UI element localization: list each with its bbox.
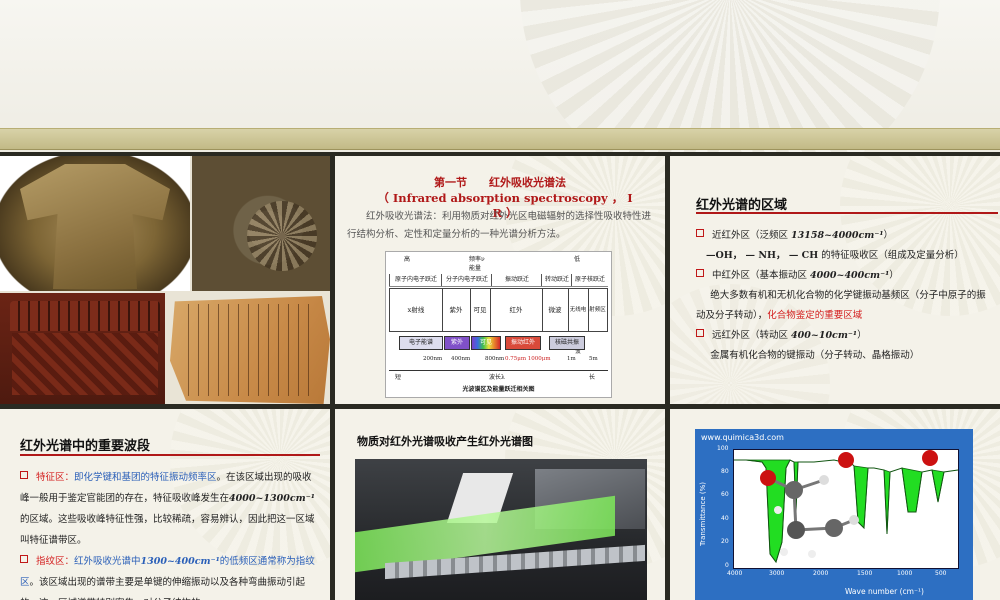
near-ir-range: 13158~4000cm⁻¹ <box>791 230 884 241</box>
slide-title: 红外光谱中的重要波段 <box>20 439 151 454</box>
far-ir-detail: 金属有机化合物的键振动（分子转动、晶格振动） <box>710 350 920 361</box>
y-tick: 60 <box>721 491 729 498</box>
transmittance-curve <box>734 450 959 564</box>
bullet-icon <box>696 269 704 277</box>
wavelength-scale: 200nm 400nm 800nm 0.75μm 1000μm 1m 5m <box>389 356 608 366</box>
section-title: 第一节 红外吸收光谱法 <box>434 176 566 189</box>
site-watermark: www.quimica3d.com <box>701 433 784 442</box>
scale-tick: 5m <box>589 356 598 362</box>
transition-label: 原子核跃迁 <box>571 274 608 286</box>
far-ir-range: 400~10cm⁻¹ <box>791 330 858 341</box>
mid-ir-range: 4000~400cm⁻¹ <box>810 270 890 281</box>
bullet-icon <box>696 229 704 237</box>
diagram-caption: 光波谱区及能量跃迁相关图 <box>462 386 535 393</box>
ir-spectrum-figure: www.quimica3d.com Transmittance (%) 100 … <box>695 429 973 600</box>
plot-frame <box>733 449 959 569</box>
slide-thumbnail-artifacts[interactable] <box>0 156 330 404</box>
title-underline <box>696 212 998 214</box>
y-tick: 40 <box>721 515 729 522</box>
title-underline <box>20 454 320 456</box>
region-radio: 无线电波 <box>568 289 589 355</box>
x-axis-label: Wave number (cm⁻¹) <box>845 587 924 596</box>
tag-ir: 振动红外 <box>505 336 541 350</box>
tag-nmr: 核磁共振 <box>549 336 585 350</box>
tag-uv: 紫外 <box>444 336 470 350</box>
near-ir-label: 近红外区（泛频区 <box>712 230 789 241</box>
manuscript-image <box>170 296 330 404</box>
banner-strip <box>0 128 1000 150</box>
slide-heading: 物质对红外光谱吸收产生红外光谱图 <box>357 435 533 448</box>
fingerprint-text: 。该区域出现的谱带主要是单键的伸缩振动以及各种弯曲振动引起的。这一区域谱带特别密… <box>20 577 306 600</box>
spectrum-regions: x射线 紫外 可见 红外 微波 无线电波 射频区 <box>389 288 608 355</box>
scale-tick: 200nm <box>423 356 443 362</box>
transition-label: 转动跃迁 <box>541 274 572 286</box>
x-tick: 1500 <box>857 570 873 577</box>
y-tick: 80 <box>721 468 729 475</box>
y-axis-label: Transmittance (%) <box>699 482 707 546</box>
near-ir-close: ） <box>883 230 894 241</box>
x-tick: 500 <box>935 570 947 577</box>
mid-ir-close: ） <box>889 270 899 281</box>
fingerprint-def1: 红外吸收光谱中 <box>74 556 141 567</box>
slide-thumbnail-ir-spectrum[interactable]: www.quimica3d.com Transmittance (%) 100 … <box>670 409 1000 600</box>
slide-thumbnail-ir-instrument[interactable]: 物质对红外光谱吸收产生红外光谱图 <box>335 409 665 600</box>
x-tick: 3000 <box>769 570 785 577</box>
axis-label: 波长λ <box>489 374 505 381</box>
header-banner <box>0 0 1000 152</box>
wavelength-axis: 短 波长λ 长 <box>389 370 608 381</box>
fingerprint-label: 指纹区： <box>36 556 75 567</box>
tag-electron: 电子能谱 <box>399 336 443 350</box>
y-tick: 20 <box>721 538 729 545</box>
axis-short: 短 <box>395 374 402 381</box>
bands-body: 特征区：即化学键和基团的特征振动频率区。在该区域出现的吸收峰一般用于鉴定官能团的… <box>20 467 316 600</box>
scale-tick: 1m <box>567 356 576 362</box>
region-microwave: 微波 <box>542 289 569 331</box>
transition-label: 原子内电子跃迁 <box>389 274 442 286</box>
mid-ir-label: 中红外区（基本振动区 <box>712 270 808 281</box>
slide-thumbnail-ir-intro[interactable]: 第一节 红外吸收光谱法 （ Infrared absorption spectr… <box>335 156 665 404</box>
bullet-icon <box>696 329 704 337</box>
axis-long: 长 <box>589 374 596 381</box>
intro-paragraph: 红外吸收光谱法：利用物质对红外光区电磁辐射的选择性吸收特性进行结构分析、定性和定… <box>347 211 652 240</box>
region-xray: x射线 <box>390 289 443 331</box>
near-ir-detail: 的特征吸收区（组成及定量分析） <box>821 250 964 261</box>
spectroscopy-tags: 电子能谱 紫外 可见 振动红外 核磁共振 <box>389 336 608 350</box>
region-ir: 红外 <box>490 289 543 331</box>
far-ir-close: ） <box>857 330 867 341</box>
bullet-icon <box>20 471 28 479</box>
x-tick: 1000 <box>897 570 913 577</box>
spectrum-diagram: 高 频率ν 低 能量 原子内电子跃迁 分子内电子跃迁 振动跃迁 转动跃迁 原子核… <box>385 251 612 398</box>
scale-tick: 0.75μm 1000μm <box>505 356 551 362</box>
x-tick: 4000 <box>727 570 743 577</box>
functional-region-definition: 即化学键和基团的特征振动频率区 <box>74 472 217 483</box>
region-visible: 可见 <box>470 289 491 331</box>
slide-thumbnail-ir-regions[interactable]: 红外光谱的区域 近红外区（泛频区 13158~4000cm⁻¹） —OH， — … <box>670 156 1000 404</box>
spectrometer-image <box>355 459 647 600</box>
y-tick: 0 <box>725 562 729 569</box>
tag-visible: 可见 <box>471 336 501 350</box>
near-ir-groups: —OH， — NH， — CH <box>706 250 819 261</box>
slide-thumbnail-ir-bands[interactable]: 红外光谱中的重要波段 特征区：即化学键和基团的特征振动频率区。在该区域出现的吸收… <box>0 409 330 600</box>
slide-title: 红外光谱的区域 <box>696 198 788 213</box>
textile-image <box>192 156 330 291</box>
transition-label: 振动跃迁 <box>491 274 542 286</box>
x-tick: 2000 <box>813 570 829 577</box>
y-tick: 100 <box>717 445 729 452</box>
region-uv: 紫外 <box>442 289 471 331</box>
functional-region-range: 4000~1300cm⁻¹ <box>229 493 315 504</box>
mid-ir-highlight: 化合物鉴定的重要区域 <box>767 310 863 321</box>
bullet-icon <box>20 555 28 563</box>
transition-label: 分子内电子跃迁 <box>441 274 492 286</box>
functional-region-label: 特征区： <box>36 472 75 483</box>
regions-body: 近红外区（泛频区 13158~4000cm⁻¹） —OH， — NH， — CH… <box>696 226 992 366</box>
ancient-robe-image <box>0 156 190 291</box>
functional-region-text2: 的区域。这些吸收峰特征性强，比较稀疏，容易辨认，因此把这一区域叫特征谱带区。 <box>20 514 315 546</box>
fingerprint-range: 1300~400cm⁻¹ <box>140 556 220 567</box>
scale-tick: 400nm <box>451 356 471 362</box>
far-ir-label: 远红外区（转动区 <box>712 330 789 341</box>
lacquer-chest-image <box>0 293 165 404</box>
region-rf: 射频区 <box>589 307 606 313</box>
scale-tick: 800nm <box>485 356 505 362</box>
